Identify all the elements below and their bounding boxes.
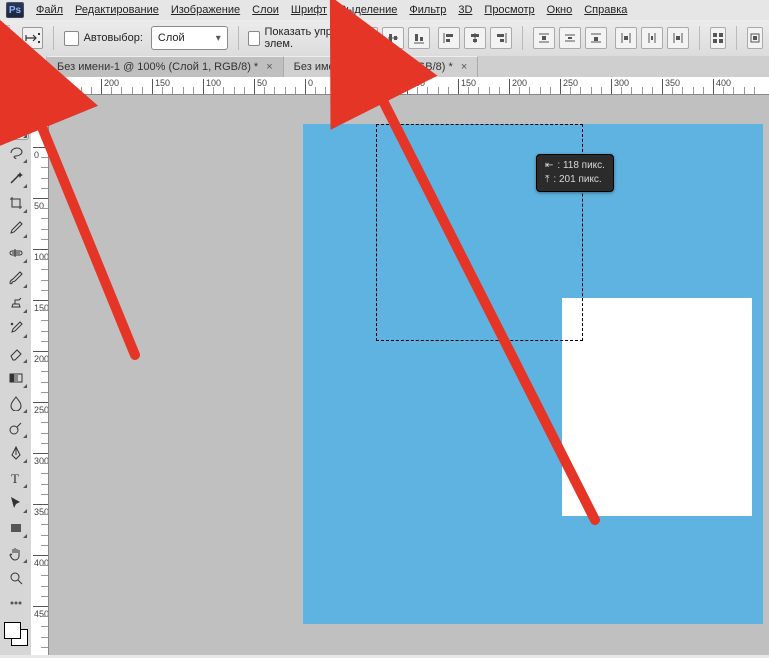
pen-tool[interactable]: [2, 441, 29, 465]
tab-label: Без имени-2 @ 100% (RGB/8) *: [294, 61, 453, 73]
move-icon: [25, 31, 41, 45]
distribute-group: [533, 27, 607, 49]
eraser-tool[interactable]: [2, 341, 29, 365]
distribute-group-2: [615, 27, 689, 49]
layer-rectangle[interactable]: [562, 298, 752, 516]
chevron-down-icon: ▾: [216, 33, 221, 44]
height-icon: ⤒: [545, 174, 549, 185]
crop-tool[interactable]: [2, 191, 29, 215]
separator: [346, 26, 347, 50]
blur-tool[interactable]: [2, 391, 29, 415]
tabstrip-spacer: [0, 56, 47, 77]
align-hcenter-button[interactable]: [464, 27, 486, 49]
dist-top-button[interactable]: [533, 27, 555, 49]
show-transform-controls-checkbox[interactable]: Показать упр. элем.: [248, 26, 335, 50]
marquee-tool[interactable]: [2, 91, 29, 115]
menu-help[interactable]: Справка: [584, 4, 627, 16]
separator: [736, 26, 737, 50]
canvas-viewport[interactable]: ⇤: 118 пикс. ⤒: 201 пикс.: [48, 94, 769, 655]
align-top-button[interactable]: [356, 27, 378, 49]
gradient-tool[interactable]: [2, 366, 29, 390]
checkbox-icon: [64, 31, 79, 46]
document-tab-2[interactable]: Без имени-2 @ 100% (RGB/8) * ×: [284, 56, 479, 77]
options-grip[interactable]: [6, 25, 10, 51]
history-brush-tool[interactable]: [2, 316, 29, 340]
width-icon: ⇤: [545, 160, 553, 171]
rectangle-tool[interactable]: [2, 516, 29, 540]
document-tabs: Без имени-1 @ 100% (Слой 1, RGB/8) * × Б…: [0, 56, 769, 77]
separator: [238, 26, 239, 50]
menu-view[interactable]: Просмотр: [484, 4, 534, 16]
align-vcenter-button[interactable]: [382, 27, 404, 49]
tooltip-dy: 201 пикс.: [559, 174, 602, 185]
menu-image[interactable]: Изображение: [171, 4, 240, 16]
ruler-origin[interactable]: [31, 77, 49, 95]
workspace: 25020015010050050100150200250300350400 5…: [31, 77, 769, 655]
toolbox: T: [0, 77, 32, 655]
healing-brush-tool[interactable]: [2, 241, 29, 265]
svg-text:T: T: [11, 471, 19, 486]
align-left-button[interactable]: [438, 27, 460, 49]
edit-toolbar[interactable]: [2, 591, 29, 615]
clone-stamp-tool[interactable]: [2, 291, 29, 315]
3d-mode-button[interactable]: [747, 27, 763, 49]
transform-tooltip: ⇤: 118 пикс. ⤒: 201 пикс.: [536, 154, 614, 192]
type-tool[interactable]: T: [2, 466, 29, 490]
autoselect-target-select[interactable]: Слой ▾: [151, 26, 228, 50]
menu-window[interactable]: Окно: [547, 4, 573, 16]
menu-file[interactable]: Файл: [36, 4, 63, 16]
align-group-2: [438, 27, 512, 49]
autoselect-checkbox[interactable]: Автовыбор:: [64, 31, 143, 46]
align-group: [356, 27, 430, 49]
hand-tool[interactable]: [2, 541, 29, 565]
menu-filter[interactable]: Фильтр: [409, 4, 446, 16]
separator: [522, 26, 523, 50]
tab-label: Без имени-1 @ 100% (Слой 1, RGB/8) *: [57, 61, 258, 73]
separator: [699, 26, 700, 50]
menu-3d[interactable]: 3D: [458, 4, 472, 16]
lasso-tool[interactable]: [2, 141, 29, 165]
menu-layers[interactable]: Слои: [252, 4, 279, 16]
menu-select[interactable]: Выделение: [339, 4, 397, 16]
dist-left-button[interactable]: [615, 27, 637, 49]
menu-edit[interactable]: Редактирование: [75, 4, 159, 16]
separator: [53, 26, 54, 50]
checkbox-icon: [248, 31, 259, 46]
dist-right-button[interactable]: [667, 27, 689, 49]
dist-bottom-button[interactable]: [585, 27, 607, 49]
toolbox-grip[interactable]: [4, 81, 28, 87]
autoselect-label: Автовыбор:: [84, 32, 143, 44]
color-swatches[interactable]: [4, 622, 28, 646]
align-bottom-button[interactable]: [408, 27, 430, 49]
ruler-horizontal[interactable]: 25020015010050050100150200250300350400: [48, 77, 769, 95]
tool-preset-picker[interactable]: [22, 27, 43, 49]
app-logo: Ps: [6, 2, 24, 18]
menubar: Ps Файл Редактирование Изображение Слои …: [0, 0, 769, 21]
tooltip-dx: 118 пикс.: [563, 160, 605, 171]
move-tool[interactable]: [2, 116, 29, 140]
menu-type[interactable]: Шрифт: [291, 4, 327, 16]
select-value: Слой: [158, 32, 185, 44]
eyedropper-tool[interactable]: [2, 216, 29, 240]
ruler-vertical[interactable]: 50050100150200250300350400450500: [31, 94, 49, 655]
close-icon[interactable]: ×: [461, 61, 467, 73]
dist-vcenter-button[interactable]: [559, 27, 581, 49]
close-icon[interactable]: ×: [266, 61, 272, 73]
document-tab-1[interactable]: Без имени-1 @ 100% (Слой 1, RGB/8) * ×: [47, 56, 284, 77]
brush-tool[interactable]: [2, 266, 29, 290]
zoom-tool[interactable]: [2, 566, 29, 590]
dist-hcenter-button[interactable]: [641, 27, 663, 49]
dodge-tool[interactable]: [2, 416, 29, 440]
show-controls-label: Показать упр. элем.: [265, 26, 336, 50]
auto-align-button[interactable]: [710, 27, 726, 49]
options-bar: Автовыбор: Слой ▾ Показать упр. элем.: [0, 20, 769, 57]
align-right-button[interactable]: [490, 27, 512, 49]
foreground-color-swatch[interactable]: [4, 622, 21, 639]
magic-wand-tool[interactable]: [2, 166, 29, 190]
path-selection-tool[interactable]: [2, 491, 29, 515]
